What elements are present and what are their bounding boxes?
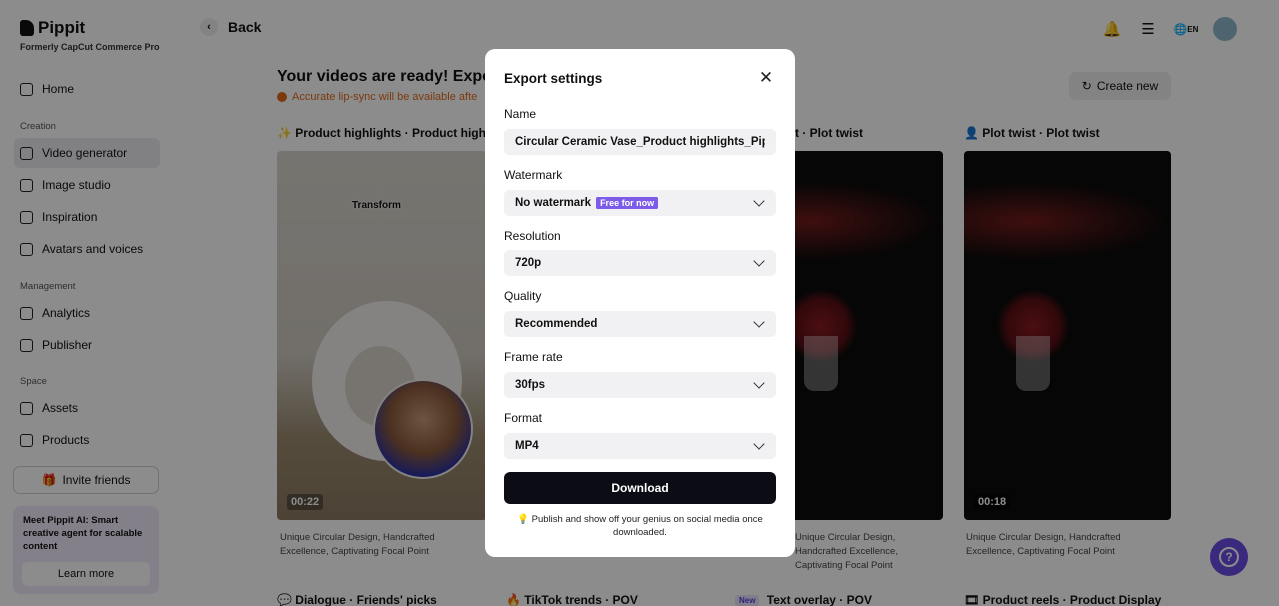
name-label: Name bbox=[504, 107, 537, 121]
name-value: Circular Ceramic Vase_Product highlights… bbox=[515, 136, 765, 148]
name-input[interactable]: Circular Ceramic Vase_Product highlights… bbox=[504, 129, 776, 155]
export-settings-dialog: Export settings ✕ Name Circular Ceramic … bbox=[485, 49, 795, 557]
resolution-label: Resolution bbox=[504, 229, 561, 243]
watermark-select[interactable]: No watermark Free for now bbox=[504, 190, 776, 216]
resolution-select[interactable]: 720p bbox=[504, 250, 776, 276]
watermark-value: No watermark bbox=[515, 197, 592, 209]
footnote-text: Publish and show off your genius on soci… bbox=[531, 514, 763, 538]
download-footnote: 💡 Publish and show off your genius on so… bbox=[504, 513, 776, 539]
quality-value: Recommended bbox=[515, 318, 598, 330]
download-button[interactable]: Download bbox=[504, 472, 776, 504]
free-badge: Free for now bbox=[596, 197, 659, 209]
format-value: MP4 bbox=[515, 440, 539, 452]
watermark-value-wrap: No watermark Free for now bbox=[515, 197, 755, 209]
chevron-down-icon bbox=[753, 438, 765, 450]
format-label: Format bbox=[504, 411, 543, 425]
resolution-value: 720p bbox=[515, 257, 542, 269]
chevron-down-icon bbox=[753, 377, 765, 389]
chevron-down-icon bbox=[753, 195, 765, 207]
framerate-label: Frame rate bbox=[504, 350, 563, 364]
close-icon[interactable]: ✕ bbox=[758, 69, 774, 86]
format-select[interactable]: MP4 bbox=[504, 433, 776, 459]
watermark-label: Watermark bbox=[504, 168, 563, 182]
quality-label: Quality bbox=[504, 289, 542, 303]
lightbulb-icon: 💡 bbox=[517, 514, 530, 525]
quality-select[interactable]: Recommended bbox=[504, 311, 776, 337]
framerate-value: 30fps bbox=[515, 379, 546, 391]
chevron-down-icon bbox=[753, 255, 765, 267]
framerate-select[interactable]: 30fps bbox=[504, 372, 776, 398]
chevron-down-icon bbox=[753, 316, 765, 328]
dialog-title: Export settings bbox=[504, 71, 603, 86]
